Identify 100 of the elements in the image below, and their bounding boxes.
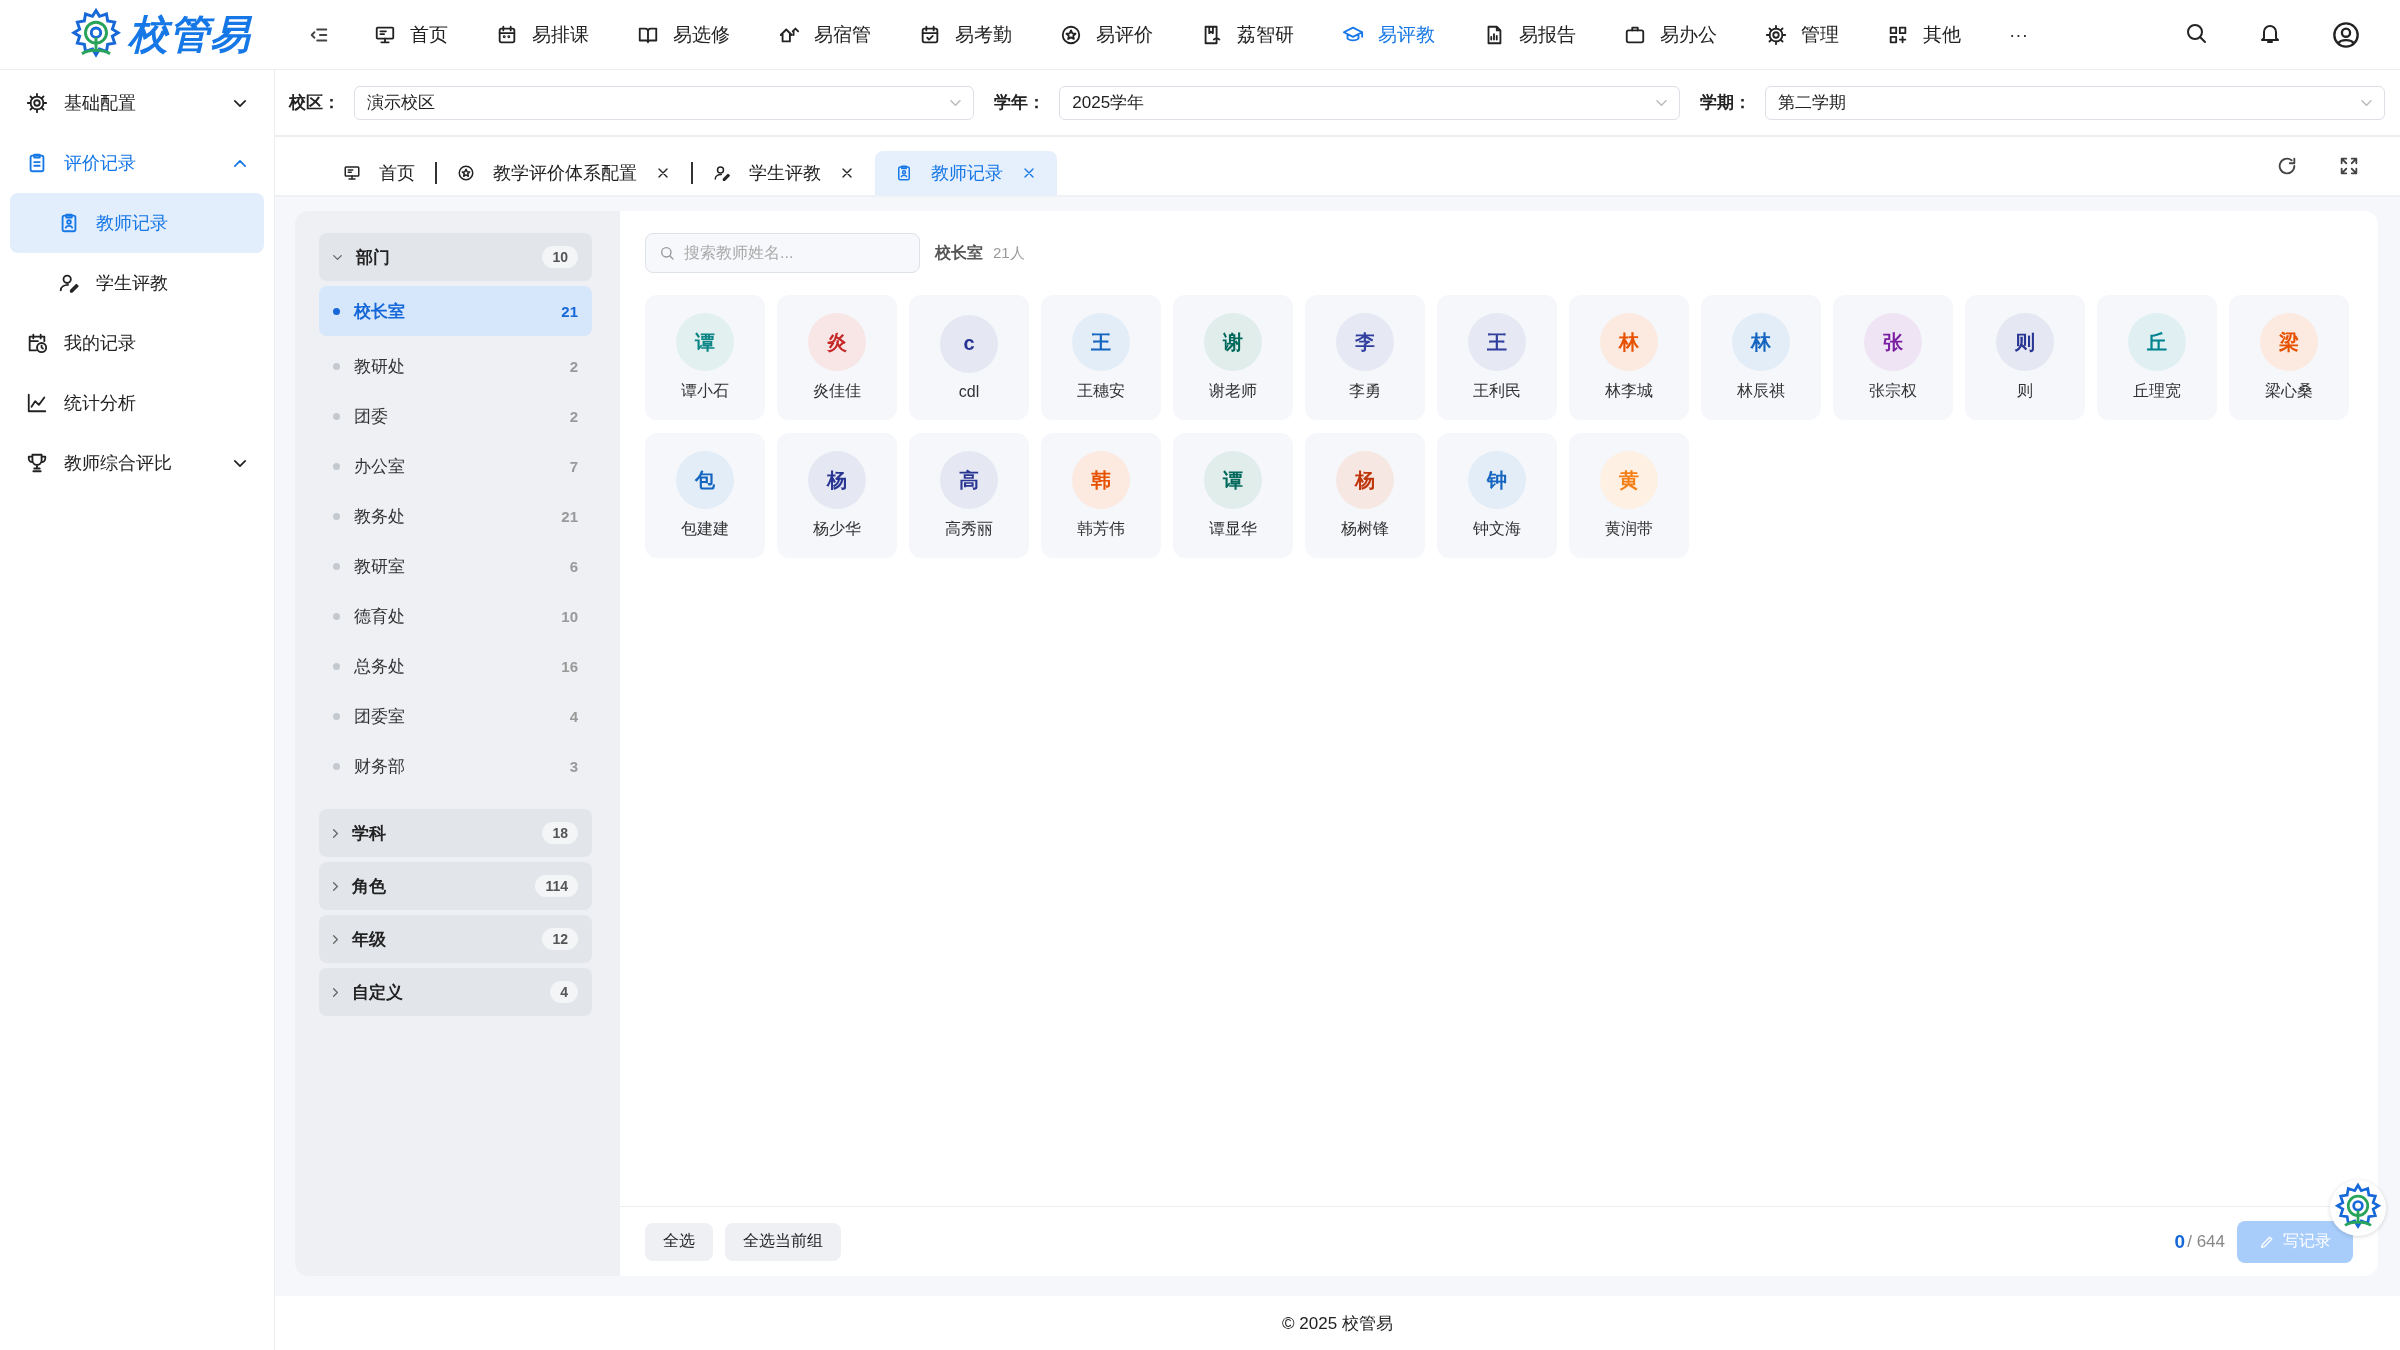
monitor-icon	[343, 164, 361, 182]
group-header[interactable]: 学科 18	[319, 809, 592, 857]
page-tab[interactable]: 教学评价体系配置	[437, 151, 691, 195]
avatar-initial: 张	[1864, 313, 1922, 371]
nav-item[interactable]: 易报告	[1459, 13, 1600, 56]
teacher-card[interactable]: 王 王穗安	[1041, 295, 1161, 420]
select-field[interactable]: 2025学年	[1059, 85, 1680, 120]
nav-item[interactable]: 易考勤	[895, 13, 1036, 56]
teacher-name: 丘理宽	[2133, 381, 2181, 401]
teacher-name: 杨树锋	[1341, 519, 1389, 539]
group-header[interactable]: 年级 12	[319, 915, 592, 963]
sidebar-subitem[interactable]: 学生评教	[10, 253, 264, 313]
group-item[interactable]: 教研室 6	[319, 541, 592, 591]
group-header[interactable]: 自定义 4	[319, 968, 592, 1016]
teacher-card[interactable]: 梁 梁心桑	[2229, 295, 2349, 420]
teacher-card[interactable]: 张 张宗权	[1833, 295, 1953, 420]
group-item[interactable]: 校长室 21	[319, 286, 592, 336]
group-item[interactable]: 办公室 7	[319, 441, 592, 491]
group-item[interactable]: 团委室 4	[319, 691, 592, 741]
teacher-card[interactable]: 包 包建建	[645, 433, 765, 558]
sidebar-item[interactable]: 统计分析	[0, 373, 274, 433]
nav-item[interactable]: 易宿管	[754, 13, 895, 56]
nav-item[interactable]: 易评教	[1318, 13, 1459, 56]
group-header[interactable]: 部门 10	[319, 233, 592, 281]
line-chart-icon	[26, 392, 48, 414]
avatar-initial: c	[940, 314, 998, 373]
total-count: / 644	[2187, 1231, 2225, 1252]
group-item[interactable]: 教研处 2	[319, 341, 592, 391]
count-badge: 10	[542, 246, 578, 268]
teacher-name: 韩芳伟	[1077, 519, 1125, 539]
user-icon[interactable]	[2332, 20, 2360, 49]
filter-label: 学期：	[1699, 92, 1751, 114]
teacher-card[interactable]: 李 李勇	[1305, 295, 1425, 420]
avatar-initial: 钟	[1468, 451, 1526, 509]
teacher-card[interactable]: 韩 韩芳伟	[1041, 433, 1161, 558]
sidebar-item[interactable]: 基础配置	[0, 73, 274, 133]
teacher-card[interactable]: 谭 谭小石	[645, 295, 765, 420]
teacher-card[interactable]: 炎 炎佳佳	[777, 295, 897, 420]
selected-count: 0	[2174, 1230, 2186, 1253]
search-field[interactable]: 搜索教师姓名...	[645, 233, 920, 273]
select-field[interactable]: 第二学期	[1764, 85, 2385, 120]
teacher-name: 炎佳佳	[813, 381, 861, 401]
teacher-card[interactable]: 丘 丘理宽	[2097, 295, 2217, 420]
count-badge: 18	[542, 822, 578, 844]
avatar-initial: 谭	[1204, 451, 1262, 509]
nav-item[interactable]: 管理	[1741, 13, 1863, 56]
teacher-card[interactable]: 高 高秀丽	[909, 433, 1029, 558]
avatar-initial: 黄	[1600, 451, 1658, 509]
calendar-icon	[496, 23, 518, 46]
chevron-down-icon	[2361, 99, 2372, 106]
teacher-card[interactable]: 林 林辰祺	[1701, 295, 1821, 420]
teacher-card[interactable]: c cdl	[909, 295, 1029, 420]
teacher-name: 谢老师	[1209, 381, 1257, 401]
teacher-name: 则	[2017, 381, 2033, 401]
nav-item[interactable]: 荔智研	[1177, 13, 1318, 56]
group-item[interactable]: 总务处 16	[319, 641, 592, 691]
page-tab[interactable]: 学生评教	[693, 151, 875, 195]
page-tab[interactable]: 教师记录	[875, 151, 1057, 195]
sidebar-item[interactable]: 我的记录	[0, 313, 274, 373]
teacher-name: 林辰祺	[1737, 381, 1785, 401]
group-item[interactable]: 团委 2	[319, 391, 592, 441]
nav-item[interactable]: 其他	[1863, 13, 1985, 56]
teacher-card[interactable]: 杨 杨少华	[777, 433, 897, 558]
gear-icon	[26, 92, 48, 114]
copyright-text: © 2025 校管易	[1282, 1312, 1393, 1335]
teacher-card[interactable]: 钟 钟文海	[1437, 433, 1557, 558]
teacher-card[interactable]: 谢 谢老师	[1173, 295, 1293, 420]
sidebar-item[interactable]: 教师综合评比	[0, 433, 274, 493]
teacher-card[interactable]: 谭 谭显华	[1173, 433, 1293, 558]
group-header[interactable]: 角色 114	[319, 862, 592, 910]
teacher-card[interactable]: 黄 黄润带	[1569, 433, 1689, 558]
teacher-card[interactable]: 杨 杨树锋	[1305, 433, 1425, 558]
select-field[interactable]: 演示校区	[354, 85, 975, 120]
teacher-card[interactable]: 王 王利民	[1437, 295, 1557, 420]
teacher-card[interactable]: 林 林李城	[1569, 295, 1689, 420]
sidebar-item[interactable]: 评价记录	[0, 133, 274, 193]
avatar-initial: 则	[1996, 313, 2054, 371]
avatar-initial: 王	[1468, 313, 1526, 371]
group-item[interactable]: 教务处 21	[319, 491, 592, 541]
refresh-icon[interactable]	[2276, 155, 2298, 177]
page-tab[interactable]: 首页	[323, 151, 435, 195]
avatar-initial: 梁	[2260, 313, 2318, 371]
select-all-button[interactable]: 全选	[645, 1222, 713, 1261]
more-menu[interactable]: ···	[1985, 15, 2052, 54]
nav-item[interactable]: 易排课	[472, 13, 613, 56]
group-item[interactable]: 财务部 3	[319, 741, 592, 791]
nav-item[interactable]: 易选修	[613, 13, 754, 56]
select-group-button[interactable]: 全选当前组	[725, 1222, 841, 1261]
group-item[interactable]: 德育处 10	[319, 591, 592, 641]
count-badge: 114	[535, 875, 578, 897]
teacher-card[interactable]: 则 则	[1965, 295, 2085, 420]
avatar-initial: 李	[1336, 313, 1394, 371]
nav-item[interactable]: 易评价	[1036, 13, 1177, 56]
nav-item[interactable]: 易办公	[1600, 13, 1741, 56]
teacher-name: 梁心桑	[2265, 381, 2313, 401]
avatar-initial: 杨	[1336, 451, 1394, 509]
fullscreen-icon[interactable]	[2338, 155, 2360, 177]
avatar-initial: 林	[1600, 313, 1658, 371]
nav-item[interactable]: 首页	[350, 13, 472, 56]
sidebar-subitem[interactable]: 教师记录	[10, 193, 264, 253]
